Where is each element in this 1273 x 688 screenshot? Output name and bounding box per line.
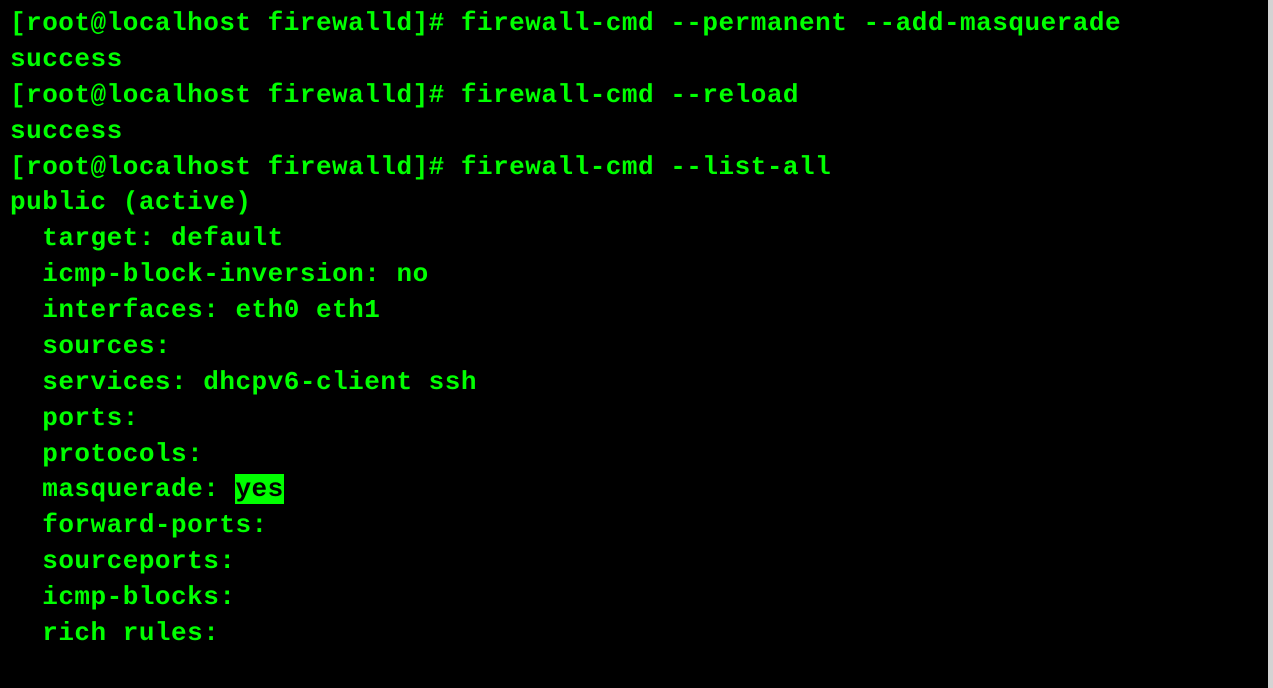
sources-line: sources: <box>10 331 171 361</box>
masquerade-value-highlighted: yes <box>235 474 283 504</box>
ports-line: ports: <box>10 403 139 433</box>
interfaces-line: interfaces: eth0 eth1 <box>10 295 380 325</box>
command-result: success <box>10 44 123 74</box>
terminal-output[interactable]: [root@localhost firewalld]# firewall-cmd… <box>10 6 1263 652</box>
services-line: services: dhcpv6-client ssh <box>10 367 477 397</box>
forward-ports-line: forward-ports: <box>10 510 268 540</box>
shell-prompt: [root@localhost firewalld]# <box>10 80 461 110</box>
masquerade-label: masquerade: <box>10 474 235 504</box>
sourceports-line: sourceports: <box>10 546 235 576</box>
rich-rules-line: rich rules: <box>10 618 219 648</box>
command-result: success <box>10 116 123 146</box>
command-text: firewall-cmd --list-all <box>461 152 831 182</box>
icmp-inversion-line: icmp-block-inversion: no <box>10 259 429 289</box>
command-text: firewall-cmd --permanent --add-masquerad… <box>461 8 1121 38</box>
target-line: target: default <box>10 223 284 253</box>
zone-header: public (active) <box>10 187 252 217</box>
scrollbar-track[interactable] <box>1268 0 1273 688</box>
shell-prompt: [root@localhost firewalld]# <box>10 8 461 38</box>
shell-prompt: [root@localhost firewalld]# <box>10 152 461 182</box>
icmp-blocks-line: icmp-blocks: <box>10 582 235 612</box>
command-text: firewall-cmd --reload <box>461 80 799 110</box>
protocols-line: protocols: <box>10 439 203 469</box>
